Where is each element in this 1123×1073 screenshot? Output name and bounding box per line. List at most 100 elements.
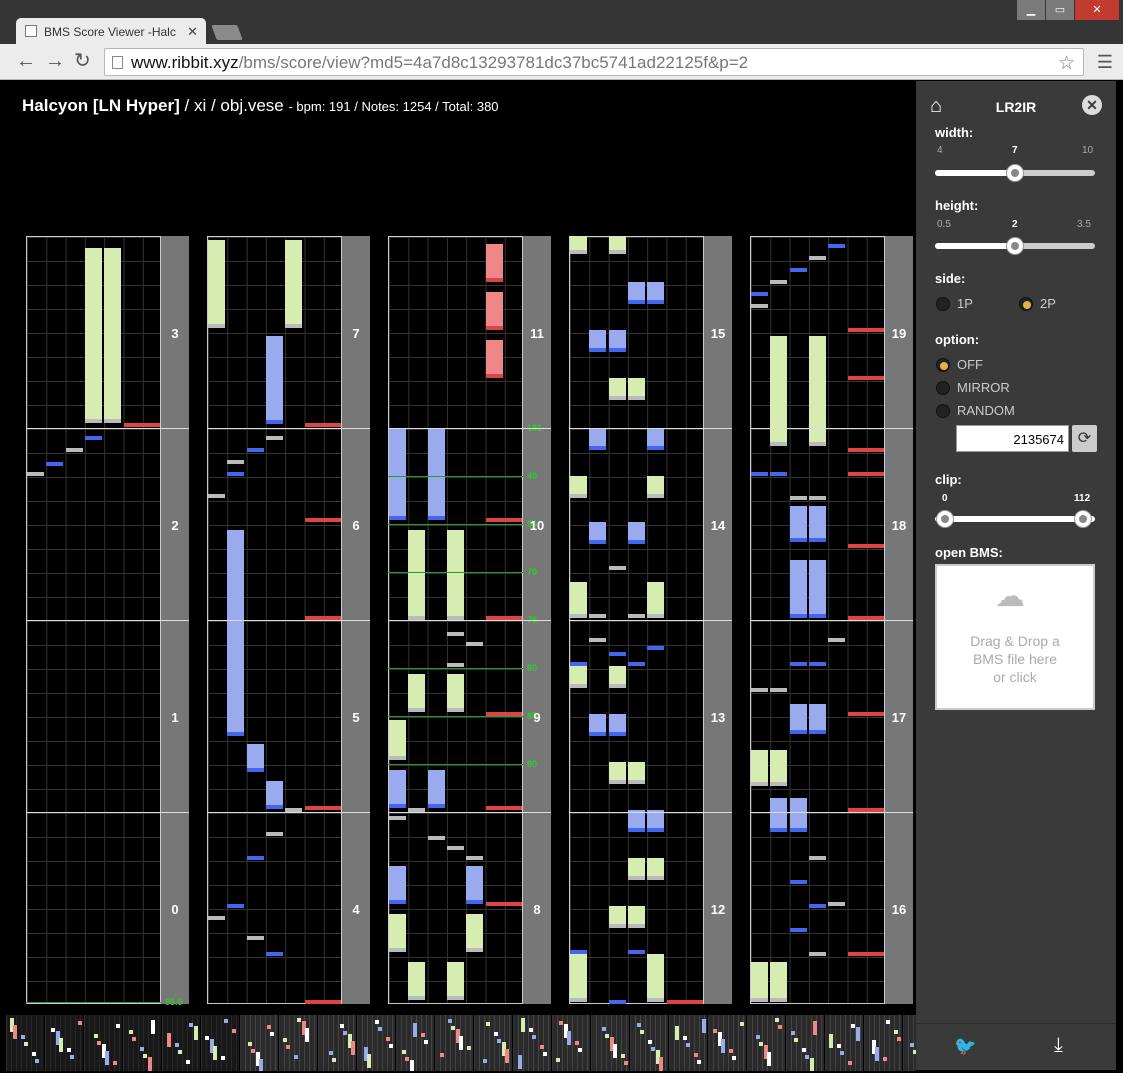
back-arrow-icon[interactable]: ← [16, 51, 36, 71]
thumbnail-note [851, 1024, 855, 1028]
bookmark-star-icon[interactable]: ☆ [1058, 52, 1075, 75]
measure-number: 14 [710, 518, 726, 533]
page-thumbnail[interactable] [630, 1015, 668, 1071]
page-thumbnail[interactable] [591, 1015, 629, 1071]
random-seed-input[interactable]: 2135674 [956, 425, 1069, 452]
thumbnail-note [140, 1047, 144, 1051]
note [828, 638, 846, 642]
measure-number: 3 [171, 326, 179, 341]
note [770, 280, 788, 284]
thumbnail-note [97, 1041, 101, 1045]
long-note [485, 244, 503, 282]
address-bar[interactable]: www.ribbit.xyz/bms/score/view?md5=4a7d8c… [104, 48, 1084, 76]
long-note [208, 240, 225, 328]
twitter-icon[interactable]: 🐦 [954, 1036, 976, 1057]
page-thumbnail[interactable] [162, 1015, 200, 1071]
bms-drop-zone[interactable]: ☁ Drag & Drop a BMS file here or click [935, 564, 1095, 710]
new-tab-button[interactable] [211, 25, 243, 40]
page-thumbnail[interactable] [474, 1015, 512, 1071]
long-note [751, 750, 768, 786]
page-thumbnail[interactable] [864, 1015, 902, 1071]
page-thumbnail[interactable] [6, 1015, 44, 1071]
note [828, 244, 846, 248]
page-thumbnail[interactable] [825, 1015, 863, 1071]
clip-slider[interactable] [935, 516, 1095, 522]
page-thumbnail[interactable] [435, 1015, 473, 1071]
height-slider-handle[interactable] [1006, 237, 1024, 255]
page-thumbnail[interactable] [903, 1015, 916, 1071]
download-icon[interactable]: ⤓ [1054, 1034, 1063, 1057]
menu-icon[interactable]: ☰ [1097, 52, 1113, 73]
thumbnail-note [424, 1040, 428, 1044]
note-end [246, 768, 264, 772]
note [208, 916, 225, 920]
thumbnail-note [759, 1042, 763, 1046]
score-column: 95.5 3 2 1 0 [26, 236, 191, 1007]
note-end [789, 614, 807, 618]
note [789, 496, 807, 500]
page-thumbnail[interactable] [84, 1015, 122, 1071]
long-note [789, 560, 807, 618]
drop-text-2: BMS file here [972, 651, 1058, 667]
note-end [647, 614, 665, 618]
thumbnail-note [559, 1021, 563, 1025]
note [848, 712, 884, 716]
thumbnail-note [621, 1054, 625, 1058]
long-note [751, 962, 768, 1002]
minimize-icon[interactable]: ▁ [1017, 0, 1045, 20]
measure-line [750, 620, 913, 621]
page-thumbnail[interactable] [318, 1015, 356, 1071]
thumbnail-note [543, 1052, 547, 1056]
page-thumbnail[interactable] [747, 1015, 785, 1071]
maximize-icon[interactable]: ▭ [1046, 0, 1074, 20]
thumbnail-note [605, 1034, 609, 1038]
note [208, 494, 225, 498]
browser-tab[interactable]: BMS Score Viewer -Halc ✕ [16, 18, 206, 44]
note-end [789, 730, 807, 734]
page-thumbnail[interactable] [357, 1015, 395, 1071]
note-end [808, 538, 826, 542]
tab-close-icon[interactable]: ✕ [187, 24, 198, 40]
page-thumbnail[interactable] [201, 1015, 239, 1071]
reload-icon[interactable]: ↻ [74, 51, 91, 71]
height-fill [935, 243, 1015, 249]
thumbnail-note [251, 1049, 255, 1053]
measure-line [26, 620, 189, 621]
page-thumbnails[interactable] [6, 1015, 916, 1071]
note-end [589, 446, 607, 450]
note [246, 448, 264, 452]
thumbnail-note [413, 1023, 417, 1037]
refresh-seed-icon[interactable]: ⟳ [1072, 425, 1097, 452]
thumbnail-note [659, 1057, 663, 1071]
page-thumbnail[interactable] [708, 1015, 746, 1071]
long-note [647, 954, 665, 1002]
thumbnail-note [694, 1053, 698, 1057]
thumbnail-note [505, 1049, 509, 1063]
forward-arrow-icon[interactable]: → [45, 51, 65, 71]
page-thumbnail[interactable] [279, 1015, 317, 1071]
page-thumbnail[interactable] [45, 1015, 83, 1071]
clip-min-handle[interactable] [936, 510, 954, 528]
page-thumbnail[interactable] [786, 1015, 824, 1071]
page-thumbnail[interactable] [552, 1015, 590, 1071]
thumbnail-note [105, 1051, 109, 1065]
page-thumbnail[interactable] [669, 1015, 707, 1071]
close-panel-icon[interactable]: ✕ [1082, 95, 1102, 115]
note [751, 688, 768, 692]
width-slider-handle[interactable] [1006, 164, 1024, 182]
thumbnail-note [351, 1041, 355, 1055]
long-note [789, 798, 807, 832]
note-end [808, 730, 826, 734]
clip-max-handle[interactable] [1074, 510, 1092, 528]
page-thumbnail[interactable] [123, 1015, 161, 1071]
page-thumbnail[interactable] [240, 1015, 278, 1071]
thumbnail-note [910, 1043, 914, 1047]
song-meta: - bpm: 191 / Notes: 1254 / Total: 380 [288, 99, 499, 114]
note-end [427, 516, 445, 520]
note [848, 544, 884, 548]
page-thumbnail[interactable] [396, 1015, 434, 1071]
settings-panel: ⌂ LR2IR ✕ width: 4 7 10 height: 0.5 2 3.… [916, 81, 1116, 1070]
page-thumbnail[interactable] [513, 1015, 551, 1071]
close-icon[interactable]: ✕ [1075, 0, 1119, 20]
measure-line [388, 620, 551, 621]
